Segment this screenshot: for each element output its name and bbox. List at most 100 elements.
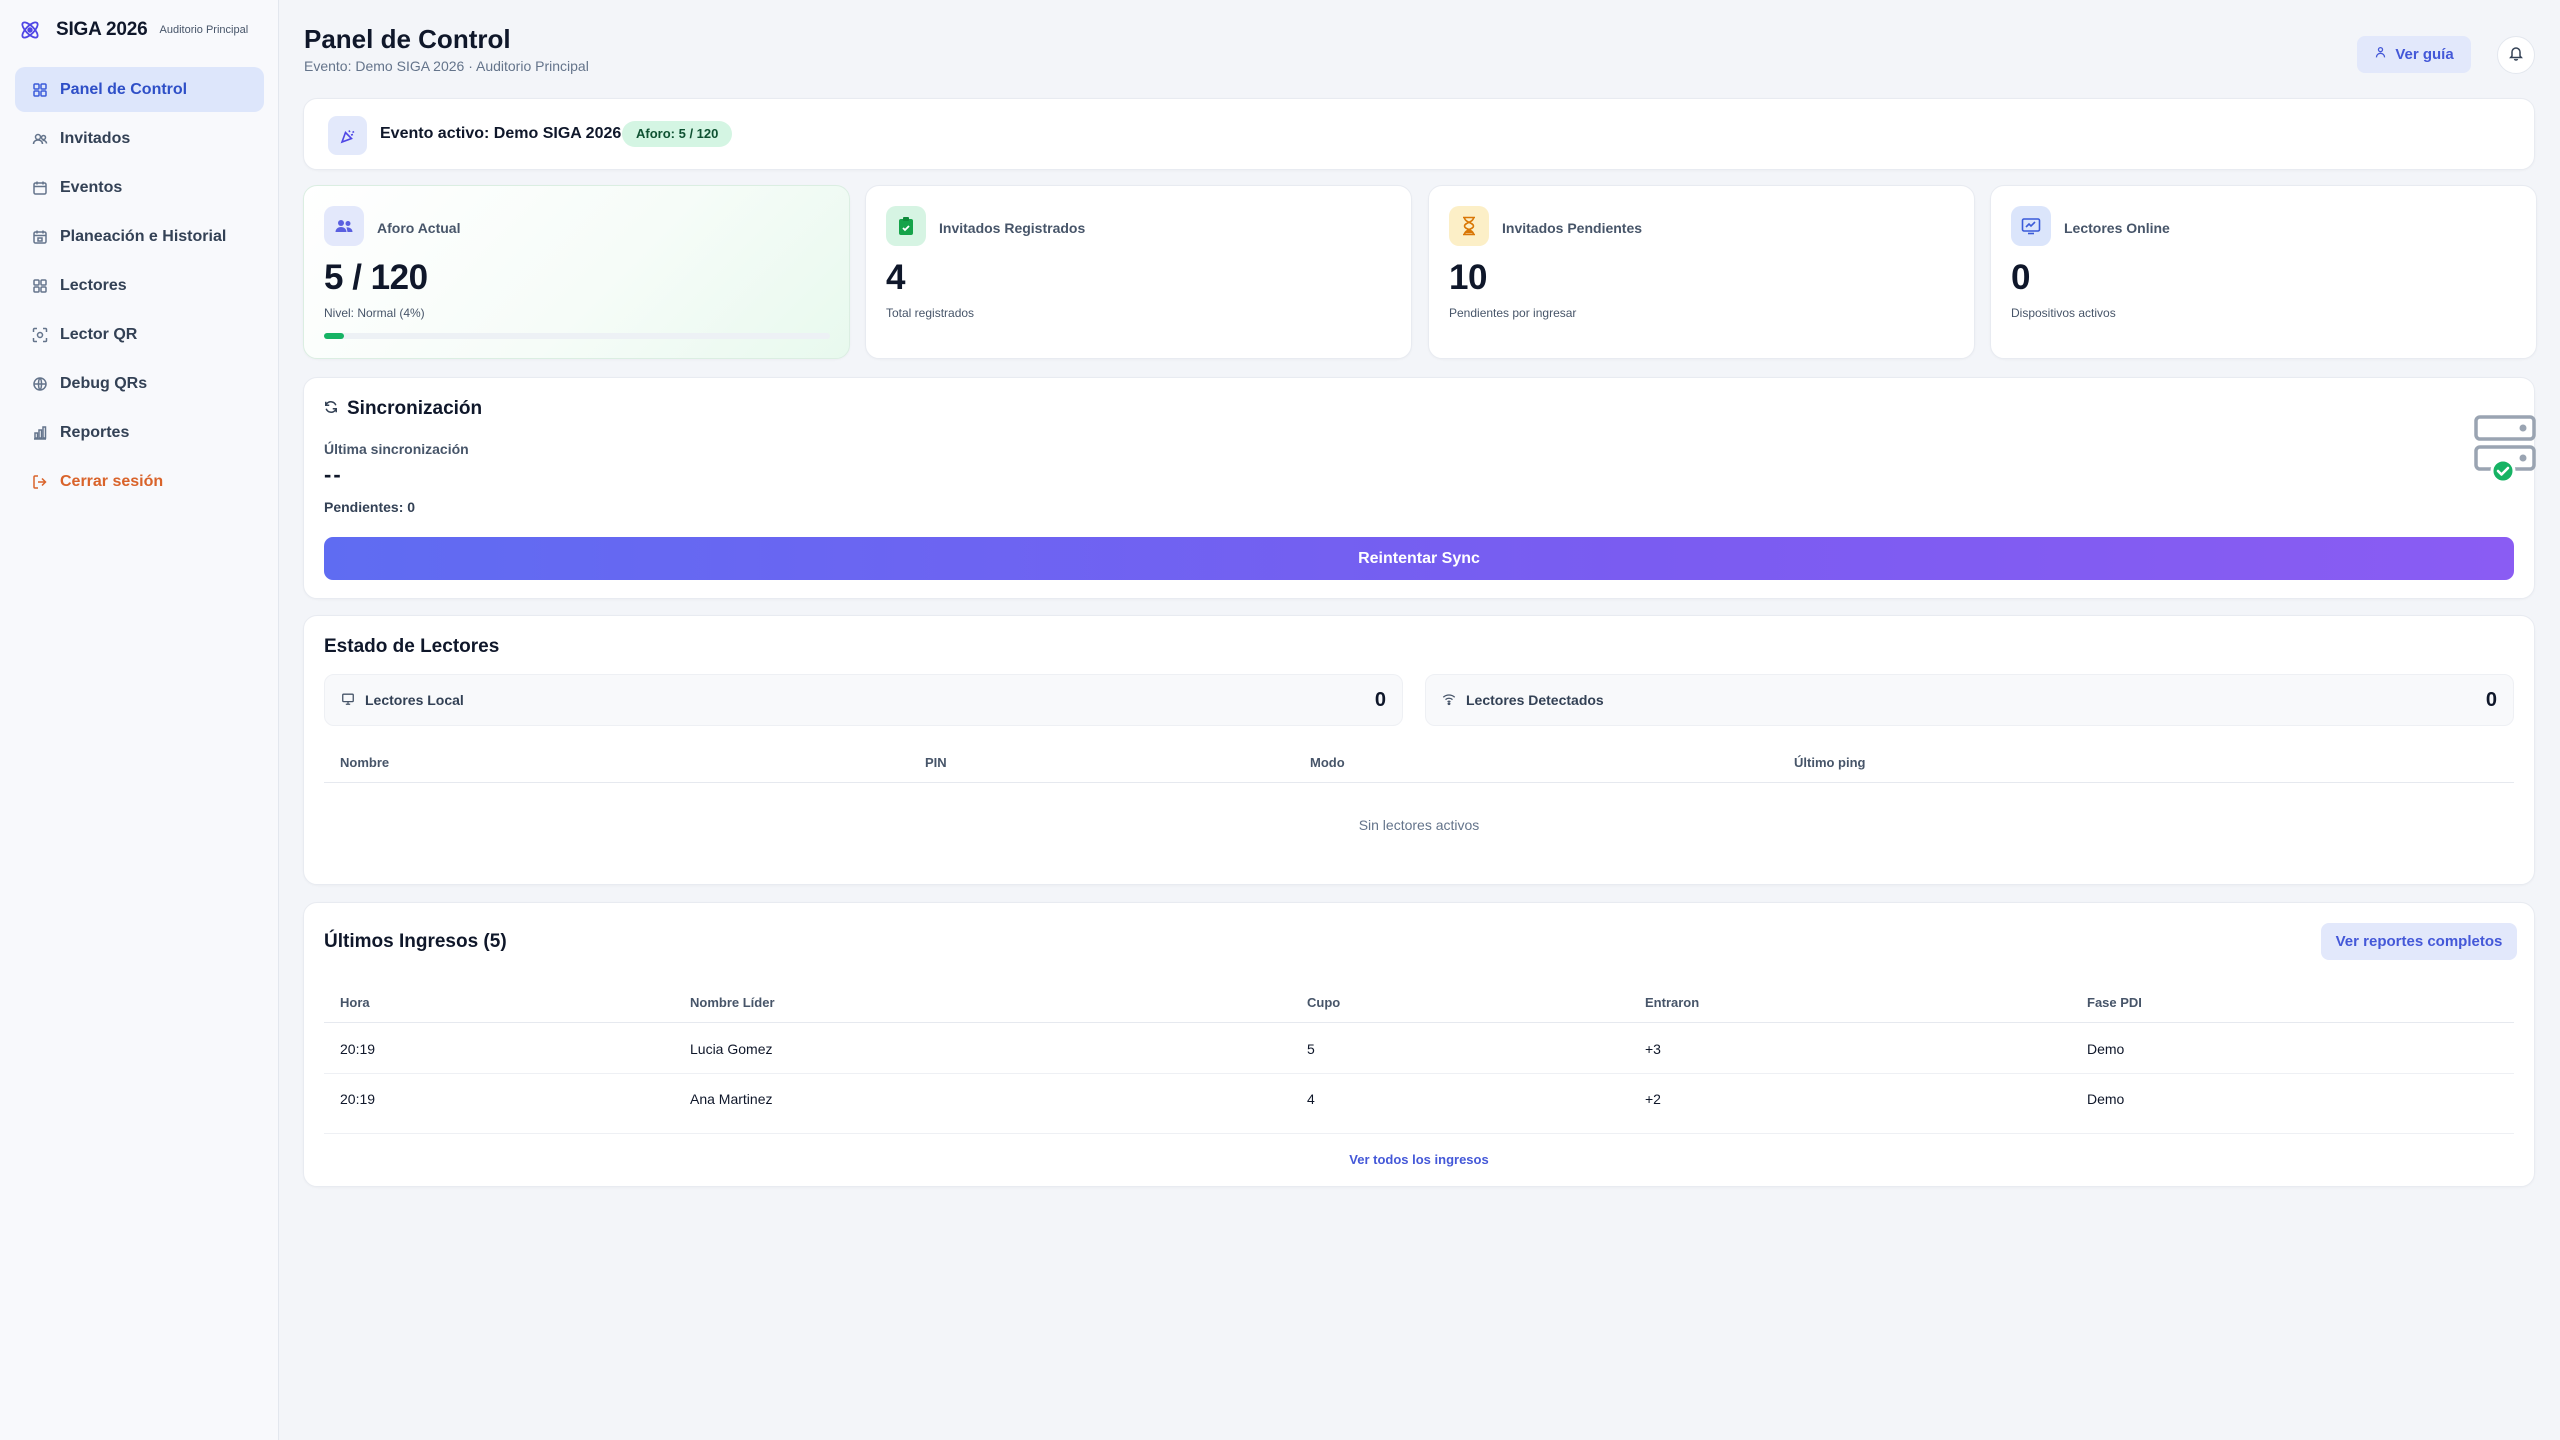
cell-fase-pdi: Demo bbox=[2087, 1091, 2125, 1107]
readers-title: Estado de Lectores bbox=[324, 636, 500, 657]
sync-heading: Sincronización bbox=[324, 398, 482, 420]
bar-chart-icon bbox=[32, 425, 48, 441]
sidebar: SIGA 2026 Auditorio Principal Panel de C… bbox=[0, 0, 279, 1440]
table-row[interactable]: 20:19 Lucia Gomez 5 +3 Demo bbox=[324, 1024, 2514, 1074]
retry-sync-button[interactable]: Reintentar Sync bbox=[324, 537, 2514, 580]
sidebar-nav: Panel de Control Invitados Eventos Plane… bbox=[15, 67, 264, 508]
notifications-button[interactable] bbox=[2497, 36, 2535, 74]
stat-subtitle: Pendientes por ingresar bbox=[1449, 306, 1577, 320]
sidebar-item-label: Lectores bbox=[60, 276, 127, 294]
sidebar-item-label: Panel de Control bbox=[60, 80, 188, 98]
stat-card-lectores-online: Lectores Online 0 Dispositivos activos bbox=[1990, 185, 2537, 359]
stat-value: 5 / 120 bbox=[324, 258, 428, 297]
sidebar-item-label: Lector QR bbox=[60, 325, 138, 343]
cell-nombre-lider: Ana Martinez bbox=[690, 1091, 773, 1107]
calendar-history-icon bbox=[32, 229, 48, 245]
view-all-entries-link[interactable]: Ver todos los ingresos bbox=[324, 1152, 2514, 1167]
cell-cupo: 4 bbox=[1307, 1091, 1315, 1107]
brand-subtitle: Auditorio Principal bbox=[159, 24, 249, 36]
wifi-icon bbox=[1442, 692, 1456, 709]
stat-subtitle: Nivel: Normal (4%) bbox=[324, 306, 425, 320]
entries-table-header: Hora Nombre Líder Cupo Entraron Fase PDI bbox=[324, 983, 2514, 1023]
sync-panel: Sincronización Última sincronización -- … bbox=[303, 377, 2538, 599]
sidebar-item-label: Debug QRs bbox=[60, 374, 148, 392]
stat-label: Invitados Registrados bbox=[939, 220, 1086, 236]
qr-scan-icon bbox=[32, 327, 48, 343]
users-icon bbox=[324, 206, 364, 246]
desktop-icon bbox=[341, 692, 355, 709]
hourglass-icon bbox=[1449, 206, 1489, 246]
sidebar-item-planeacion-historial[interactable]: Planeación e Historial bbox=[15, 214, 264, 259]
cell-hora: 20:19 bbox=[340, 1041, 376, 1057]
active-event-text: Evento activo: Demo SIGA 2026 bbox=[380, 125, 622, 142]
sync-title: Sincronización bbox=[347, 398, 483, 419]
detected-readers-stat: Lectores Detectados 0 bbox=[1425, 674, 2514, 726]
detected-readers-label: Lectores Detectados bbox=[1466, 692, 1604, 708]
cell-hora: 20:19 bbox=[340, 1091, 376, 1107]
sidebar-item-cerrar-sesion[interactable]: Cerrar sesión bbox=[15, 459, 264, 504]
stat-label: Aforo Actual bbox=[377, 220, 461, 236]
stat-value: 4 bbox=[886, 258, 905, 297]
local-readers-stat: Lectores Local 0 bbox=[324, 674, 1403, 726]
stat-card-invitados-pendientes: Invitados Pendientes 10 Pendientes por i… bbox=[1428, 185, 1975, 359]
stat-subtitle: Total registrados bbox=[886, 306, 975, 320]
stat-label: Invitados Pendientes bbox=[1502, 220, 1643, 236]
party-popper-icon bbox=[328, 116, 367, 155]
sidebar-item-lectores[interactable]: Lectores bbox=[15, 263, 264, 308]
sidebar-item-debug-qrs[interactable]: Debug QRs bbox=[15, 361, 264, 406]
sidebar-item-eventos[interactable]: Eventos bbox=[15, 165, 264, 210]
column-header[interactable]: Entraron bbox=[1645, 995, 1699, 1010]
column-header[interactable]: Hora bbox=[340, 995, 370, 1010]
stat-value: 10 bbox=[1449, 258, 1487, 297]
last-sync-value: -- bbox=[324, 462, 343, 487]
sync-pending-count: Pendientes: 0 bbox=[324, 499, 416, 515]
capacity-progress-bar bbox=[324, 333, 830, 339]
clipboard-icon bbox=[886, 206, 926, 246]
bell-icon bbox=[2508, 45, 2524, 66]
grid-icon bbox=[32, 278, 48, 294]
stat-label: Lectores Online bbox=[2064, 220, 2170, 236]
page-title: Panel de Control bbox=[304, 24, 511, 54]
sidebar-item-label: Reportes bbox=[60, 423, 130, 441]
column-header[interactable]: Cupo bbox=[1307, 995, 1340, 1010]
users-icon bbox=[32, 131, 48, 147]
detected-readers-value: 0 bbox=[2485, 688, 2497, 711]
grid-icon bbox=[32, 82, 48, 98]
column-header[interactable]: Fase PDI bbox=[2087, 995, 2142, 1010]
guide-button[interactable]: Ver guía bbox=[2357, 36, 2471, 73]
brand-name: SIGA 2026 bbox=[56, 19, 148, 40]
cell-entraron: +3 bbox=[1645, 1041, 1661, 1057]
table-row[interactable]: 20:19 Ana Martinez 4 +2 Demo bbox=[324, 1074, 2514, 1134]
view-full-reports-button[interactable]: Ver reportes completos bbox=[2321, 923, 2517, 960]
sidebar-item-invitados[interactable]: Invitados bbox=[15, 116, 264, 161]
local-readers-value: 0 bbox=[1374, 688, 1386, 711]
active-event-banner: Evento activo: Demo SIGA 2026 Aforo: 5 /… bbox=[303, 98, 2535, 170]
readers-status-panel: Estado de Lectores Lectores Local 0 Lect… bbox=[303, 615, 2535, 885]
column-header[interactable]: Modo bbox=[1310, 755, 1345, 770]
person-icon bbox=[2374, 46, 2387, 63]
sidebar-item-lector-qr[interactable]: Lector QR bbox=[15, 312, 264, 357]
sidebar-item-reportes[interactable]: Reportes bbox=[15, 410, 264, 455]
column-header[interactable]: PIN bbox=[925, 755, 947, 770]
cell-cupo: 5 bbox=[1307, 1041, 1315, 1057]
column-header[interactable]: Último ping bbox=[1794, 755, 1866, 770]
cell-nombre-lider: Lucia Gomez bbox=[690, 1041, 773, 1057]
cell-fase-pdi: Demo bbox=[2087, 1041, 2125, 1057]
atom-logo-icon bbox=[18, 18, 42, 42]
last-entries-title: Últimos Ingresos (5) bbox=[324, 931, 507, 952]
page-subtitle: Evento: Demo SIGA 2026 · Auditorio Princ… bbox=[304, 58, 589, 74]
sidebar-item-label: Invitados bbox=[60, 129, 131, 147]
bug-icon bbox=[32, 376, 48, 392]
refresh-icon bbox=[324, 398, 338, 420]
column-header[interactable]: Nombre bbox=[340, 755, 389, 770]
sidebar-item-panel-de-control[interactable]: Panel de Control bbox=[15, 67, 264, 112]
column-header[interactable]: Nombre Líder bbox=[690, 995, 775, 1010]
stat-subtitle: Dispositivos activos bbox=[2011, 306, 2116, 320]
stat-card-aforo: Aforo Actual 5 / 120 Nivel: Normal (4%) bbox=[303, 185, 850, 359]
monitor-icon bbox=[2011, 206, 2051, 246]
brand[interactable]: SIGA 2026 Auditorio Principal bbox=[18, 18, 248, 42]
capacity-progress-fill bbox=[324, 333, 345, 339]
calendar-icon bbox=[32, 180, 48, 196]
detected-readers-label-group: Lectores Detectados bbox=[1442, 692, 1604, 709]
server-ok-icon bbox=[2474, 414, 2538, 484]
